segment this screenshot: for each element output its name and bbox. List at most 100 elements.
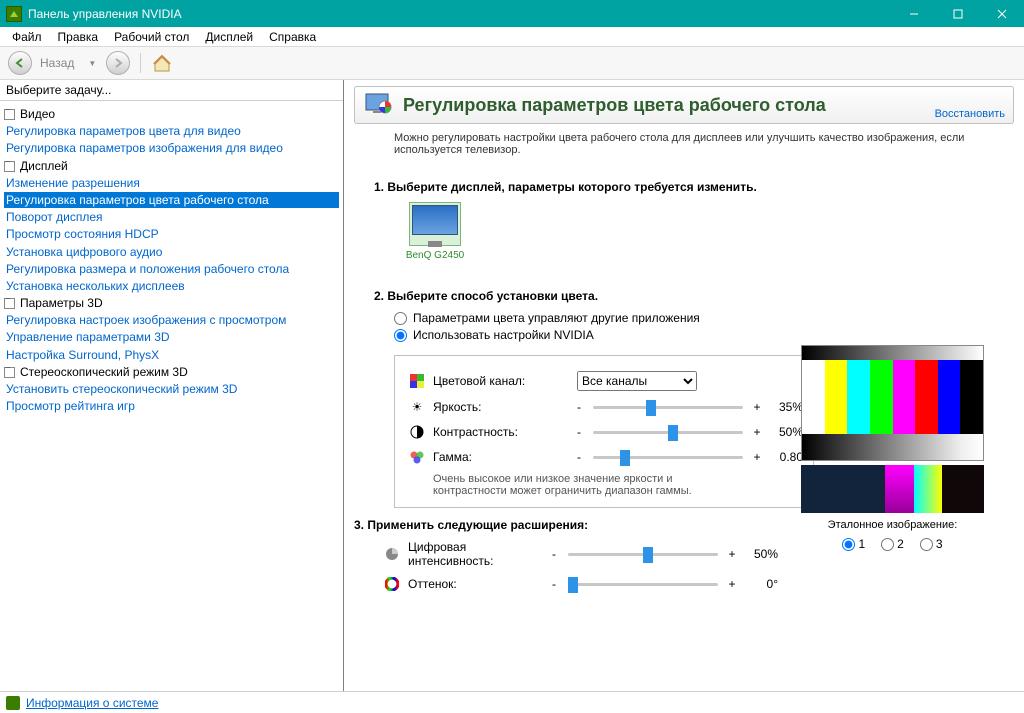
section-2-header: 2. Выберите способ установки цвета.: [374, 289, 1014, 303]
gamma-slider[interactable]: [593, 448, 743, 466]
radio-other-label: Параметрами цвета управляют другие прило…: [413, 311, 700, 325]
page-title: Регулировка параметров цвета рабочего ст…: [403, 95, 1003, 116]
contrast-slider[interactable]: [593, 423, 743, 441]
sysinfo-icon: [6, 696, 20, 710]
sidebar-header: Выберите задачу...: [0, 80, 343, 101]
back-button[interactable]: [8, 51, 32, 75]
hue-icon: [384, 576, 400, 592]
close-button[interactable]: [980, 0, 1024, 27]
home-button[interactable]: [151, 52, 173, 74]
main-panel: Регулировка параметров цвета рабочего ст…: [344, 80, 1024, 691]
radio-nvidia-input[interactable]: [394, 329, 407, 342]
tree-link[interactable]: Просмотр рейтинга игр: [4, 398, 339, 414]
preview-column: Эталонное изображение: 1 2 3: [801, 345, 984, 551]
nvidia-icon: [6, 6, 22, 22]
restore-defaults-link[interactable]: Восстановить: [935, 108, 1005, 120]
channel-row: Цветовой канал: Все каналы: [409, 371, 803, 391]
nav-tree: ВидеоРегулировка параметров цвета для ви…: [0, 101, 343, 691]
window-title: Панель управления NVIDIA: [28, 7, 892, 21]
tree-link[interactable]: Регулировка размера и положения рабочего…: [4, 261, 339, 277]
gamma-row: Гамма: - + 0.80: [409, 448, 803, 466]
display-tile[interactable]: BenQ G2450: [404, 202, 466, 261]
tree-link[interactable]: Регулировка параметров цвета рабочего ст…: [4, 192, 339, 208]
reference-label: Эталонное изображение:: [801, 519, 984, 531]
brightness-slider[interactable]: [593, 398, 743, 416]
tree-category[interactable]: Параметры 3D: [4, 295, 339, 311]
tree-link[interactable]: Просмотр состояния HDCP: [4, 226, 339, 242]
sidebar: Выберите задачу... ВидеоРегулировка пара…: [0, 80, 344, 691]
radio-nvidia-label: Использовать настройки NVIDIA: [413, 328, 594, 342]
contrast-icon: [409, 424, 425, 440]
gamma-icon: [409, 449, 425, 465]
hue-row: Оттенок: - + 0°: [384, 575, 844, 593]
page-header: Регулировка параметров цвета рабочего ст…: [354, 86, 1014, 124]
brightness-row: ☀ Яркость: - + 35%: [409, 398, 803, 416]
channel-select[interactable]: Все каналы: [577, 371, 697, 391]
gamma-label: Гамма:: [433, 450, 573, 464]
tree-link[interactable]: Установка нескольких дисплеев: [4, 278, 339, 294]
brightness-icon: ☀: [409, 399, 425, 415]
monitor-icon: [409, 202, 461, 246]
hue-slider[interactable]: [568, 575, 718, 593]
tree-category[interactable]: Видео: [4, 106, 339, 122]
page-description: Можно регулировать настройки цвета рабоч…: [354, 124, 1014, 170]
hue-value: 0°: [738, 577, 778, 591]
ref-1[interactable]: 1: [842, 537, 865, 551]
tree-link[interactable]: Установить стереоскопический режим 3D: [4, 381, 339, 397]
color-controls-box: Цветовой канал: Все каналы ☀ Яркость: - …: [394, 355, 814, 508]
menu-help[interactable]: Справка: [261, 28, 324, 46]
menubar: Файл Правка Рабочий стол Дисплей Справка: [0, 27, 1024, 47]
vibrance-value: 50%: [738, 547, 778, 561]
tree-link[interactable]: Регулировка настроек изображения с просм…: [4, 312, 339, 328]
brightness-value: 35%: [763, 400, 803, 414]
vibrance-icon: [384, 546, 400, 562]
channel-label: Цветовой канал:: [433, 374, 573, 388]
contrast-value: 50%: [763, 425, 803, 439]
menu-display[interactable]: Дисплей: [197, 28, 261, 46]
tree-link[interactable]: Изменение разрешения: [4, 175, 339, 191]
tree-link[interactable]: Поворот дисплея: [4, 209, 339, 225]
hue-label: Оттенок:: [408, 577, 548, 591]
tree-link[interactable]: Регулировка параметров цвета для видео: [4, 123, 339, 139]
section-3-header: 3. Применить следующие расширения:: [354, 518, 844, 532]
contrast-label: Контрастность:: [433, 425, 573, 439]
menu-file[interactable]: Файл: [4, 28, 50, 46]
menu-desktop[interactable]: Рабочий стол: [106, 28, 197, 46]
vibrance-slider[interactable]: [568, 545, 718, 563]
gamma-hint: Очень высокое или низкое значение яркост…: [433, 473, 693, 497]
color-preview-2: [801, 465, 984, 513]
reference-image-radios: 1 2 3: [801, 537, 984, 551]
titlebar[interactable]: Панель управления NVIDIA: [0, 0, 1024, 27]
channel-icon: [409, 373, 425, 389]
ref-2[interactable]: 2: [881, 537, 904, 551]
vibrance-row: Цифровая интенсивность: - + 50%: [384, 540, 844, 568]
separator: [140, 53, 141, 73]
monitor-color-icon: [365, 93, 393, 117]
tree-link[interactable]: Установка цифрового аудио: [4, 244, 339, 260]
tree-link[interactable]: Регулировка параметров изображения для в…: [4, 140, 339, 156]
vibrance-label: Цифровая интенсивность:: [408, 540, 548, 568]
color-preview: [801, 345, 984, 461]
back-dropdown[interactable]: ▼: [82, 59, 102, 68]
minimize-button[interactable]: [892, 0, 936, 27]
gamma-value: 0.80: [763, 450, 803, 464]
toolbar: Назад ▼: [0, 47, 1024, 80]
ref-3[interactable]: 3: [920, 537, 943, 551]
tree-link[interactable]: Настройка Surround, PhysX: [4, 347, 339, 363]
sysinfo-link[interactable]: Информация о системе: [26, 696, 158, 710]
contrast-row: Контрастность: - + 50%: [409, 423, 803, 441]
display-name-label: BenQ G2450: [404, 250, 466, 261]
brightness-label: Яркость:: [433, 400, 573, 414]
back-label: Назад: [36, 56, 78, 70]
radio-nvidia[interactable]: Использовать настройки NVIDIA: [394, 328, 1014, 342]
section-1-header: 1. Выберите дисплей, параметры которого …: [374, 180, 1014, 194]
radio-other-input[interactable]: [394, 312, 407, 325]
maximize-button[interactable]: [936, 0, 980, 27]
radio-other-apps[interactable]: Параметрами цвета управляют другие прило…: [394, 311, 1014, 325]
tree-link[interactable]: Управление параметрами 3D: [4, 329, 339, 345]
tree-category[interactable]: Дисплей: [4, 158, 339, 174]
menu-edit[interactable]: Правка: [50, 28, 107, 46]
forward-button[interactable]: [106, 51, 130, 75]
tree-category[interactable]: Стереоскопический режим 3D: [4, 364, 339, 380]
statusbar: Информация о системе: [0, 691, 1024, 713]
